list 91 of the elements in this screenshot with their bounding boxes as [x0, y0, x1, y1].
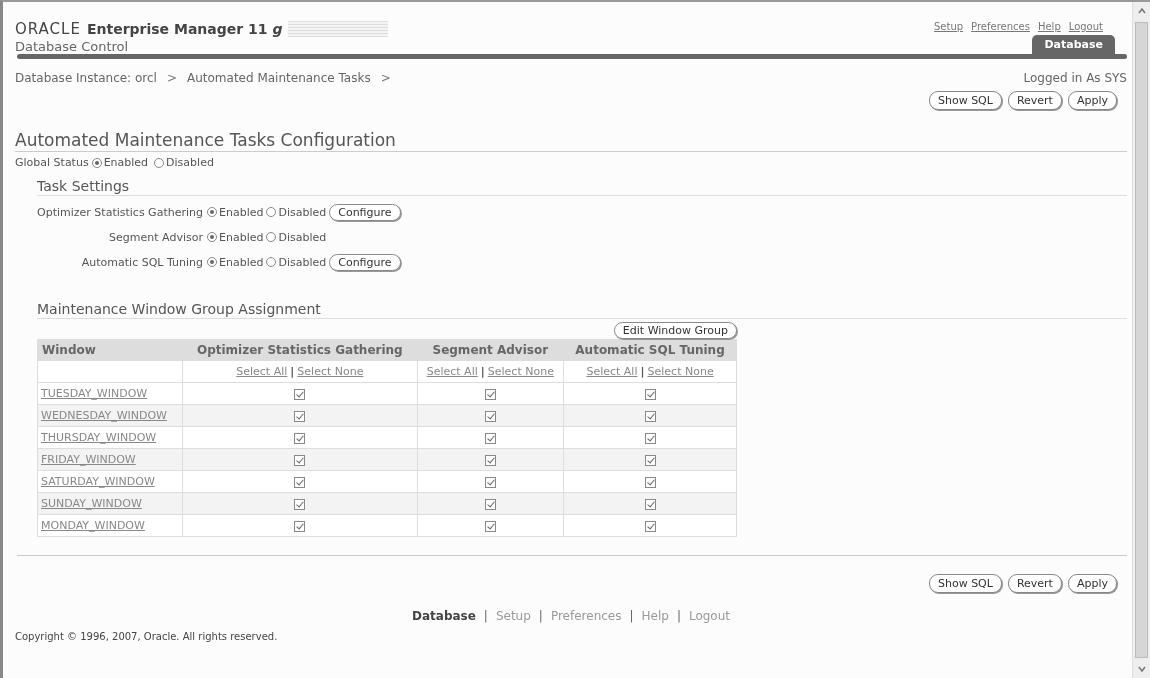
breadcrumb-link[interactable]: Database Instance: orcl [15, 71, 157, 85]
checkbox[interactable] [294, 410, 306, 422]
global-link[interactable]: Setup [934, 21, 964, 32]
link-separator: | [640, 365, 645, 378]
edit-window-group-button[interactable]: Edit Window Group [613, 322, 737, 339]
configure-button[interactable]: Configure [329, 203, 401, 221]
scroll-up-icon[interactable] [1136, 6, 1147, 16]
radio-icon[interactable] [154, 157, 165, 168]
footer-separator: | [538, 609, 543, 623]
action-button[interactable]: Apply [1067, 91, 1117, 110]
checkbox[interactable] [294, 454, 306, 466]
breadcrumb-link[interactable]: Automated Maintenance Tasks [187, 71, 371, 85]
copyright-text: Copyright © 1996, 2007, Oracle. All rights reserved. [15, 631, 279, 642]
product-name: Enterprise Manager 11 g [86, 21, 283, 37]
radio-icon[interactable] [266, 257, 277, 267]
select-none-link[interactable]: Select None [487, 365, 554, 378]
checkbox[interactable] [484, 410, 496, 422]
checkbox[interactable] [644, 432, 656, 444]
checkbox[interactable] [484, 520, 496, 532]
select-all-link[interactable]: Select All [426, 365, 478, 378]
column-header: Window [37, 339, 183, 361]
action-button[interactable]: Apply [1067, 574, 1117, 593]
radio-icon[interactable] [266, 207, 277, 217]
action-button[interactable]: Revert [1007, 91, 1062, 110]
footer-separator: | [629, 609, 634, 623]
radio-option[interactable]: Disabled [154, 156, 214, 169]
column-header: Optimizer Statistics Gathering [182, 339, 418, 361]
scroll-down-icon[interactable] [1136, 664, 1147, 674]
section-heading: Maintenance Window Group Assignment [37, 301, 1127, 319]
column-header: Segment Advisor [417, 339, 564, 361]
page-title: Automated Maintenance Tasks Configuration [15, 130, 1127, 152]
action-button[interactable]: Show SQL [928, 574, 1002, 593]
checkbox[interactable] [294, 432, 306, 444]
radio-option[interactable]: Enabled [207, 230, 264, 244]
checkbox[interactable] [644, 520, 656, 532]
task-label: Optimizer Statistics Gathering [37, 205, 203, 219]
radio-icon[interactable] [266, 232, 277, 242]
footer-link[interactable]: Help [641, 609, 669, 623]
checkbox[interactable] [294, 498, 306, 510]
checkbox[interactable] [644, 454, 656, 466]
scrollbar[interactable] [1132, 2, 1150, 678]
radio-icon[interactable] [91, 157, 102, 168]
checkbox[interactable] [484, 454, 496, 466]
radio-option[interactable]: Enabled [91, 156, 149, 169]
configure-button[interactable]: Configure [329, 253, 401, 271]
product-subtitle: Database Control [15, 39, 130, 54]
global-link[interactable]: Logout [1068, 21, 1103, 32]
radio-icon[interactable] [207, 257, 217, 267]
radio-option[interactable]: Disabled [266, 205, 327, 219]
tab[interactable]: Database [1032, 35, 1115, 54]
checkbox[interactable] [484, 432, 496, 444]
scrollbar-thumb[interactable] [1135, 22, 1148, 658]
link-separator: | [290, 365, 295, 378]
select-none-link[interactable]: Select None [297, 365, 364, 378]
radio-icon[interactable] [207, 232, 217, 242]
checkbox[interactable] [484, 498, 496, 510]
checkbox[interactable] [484, 476, 496, 488]
select-none-link[interactable]: Select None [647, 365, 714, 378]
checkbox[interactable] [484, 388, 496, 400]
action-button[interactable]: Revert [1007, 574, 1062, 593]
breadcrumb-separator: > [166, 71, 177, 85]
radio-option[interactable]: Enabled [207, 205, 264, 219]
checkbox[interactable] [644, 498, 656, 510]
radio-option[interactable]: Enabled [207, 255, 264, 269]
global-link[interactable]: Help [1037, 21, 1061, 32]
column-header: Automatic SQL Tuning [563, 339, 737, 361]
logged-in-label: Logged in As SYS [1023, 71, 1127, 85]
brand-logo: ORACLE [15, 20, 81, 38]
global-status-label: Global Status [15, 156, 89, 169]
breadcrumb-separator: > [380, 71, 391, 85]
radio-icon[interactable] [207, 207, 217, 217]
checkbox[interactable] [644, 410, 656, 422]
global-link[interactable]: Preferences [971, 21, 1030, 32]
checkbox[interactable] [644, 388, 656, 400]
footer-link[interactable]: Database [412, 609, 476, 623]
checkbox[interactable] [294, 476, 306, 488]
checkbox[interactable] [294, 388, 306, 400]
footer-link[interactable]: Logout [688, 609, 730, 623]
checkbox[interactable] [294, 520, 306, 532]
select-all-link[interactable]: Select All [236, 365, 288, 378]
radio-option[interactable]: Disabled [266, 230, 327, 244]
section-heading: Task Settings [37, 178, 1127, 196]
action-button[interactable]: Show SQL [928, 91, 1002, 110]
select-all-link[interactable]: Select All [586, 365, 638, 378]
checkbox[interactable] [644, 476, 656, 488]
task-label: Automatic SQL Tuning [80, 255, 203, 269]
footer-separator: | [676, 609, 681, 623]
link-separator: | [480, 365, 485, 378]
footer-separator: | [483, 609, 488, 623]
task-label: Segment Advisor [108, 230, 203, 244]
radio-option[interactable]: Disabled [266, 255, 327, 269]
